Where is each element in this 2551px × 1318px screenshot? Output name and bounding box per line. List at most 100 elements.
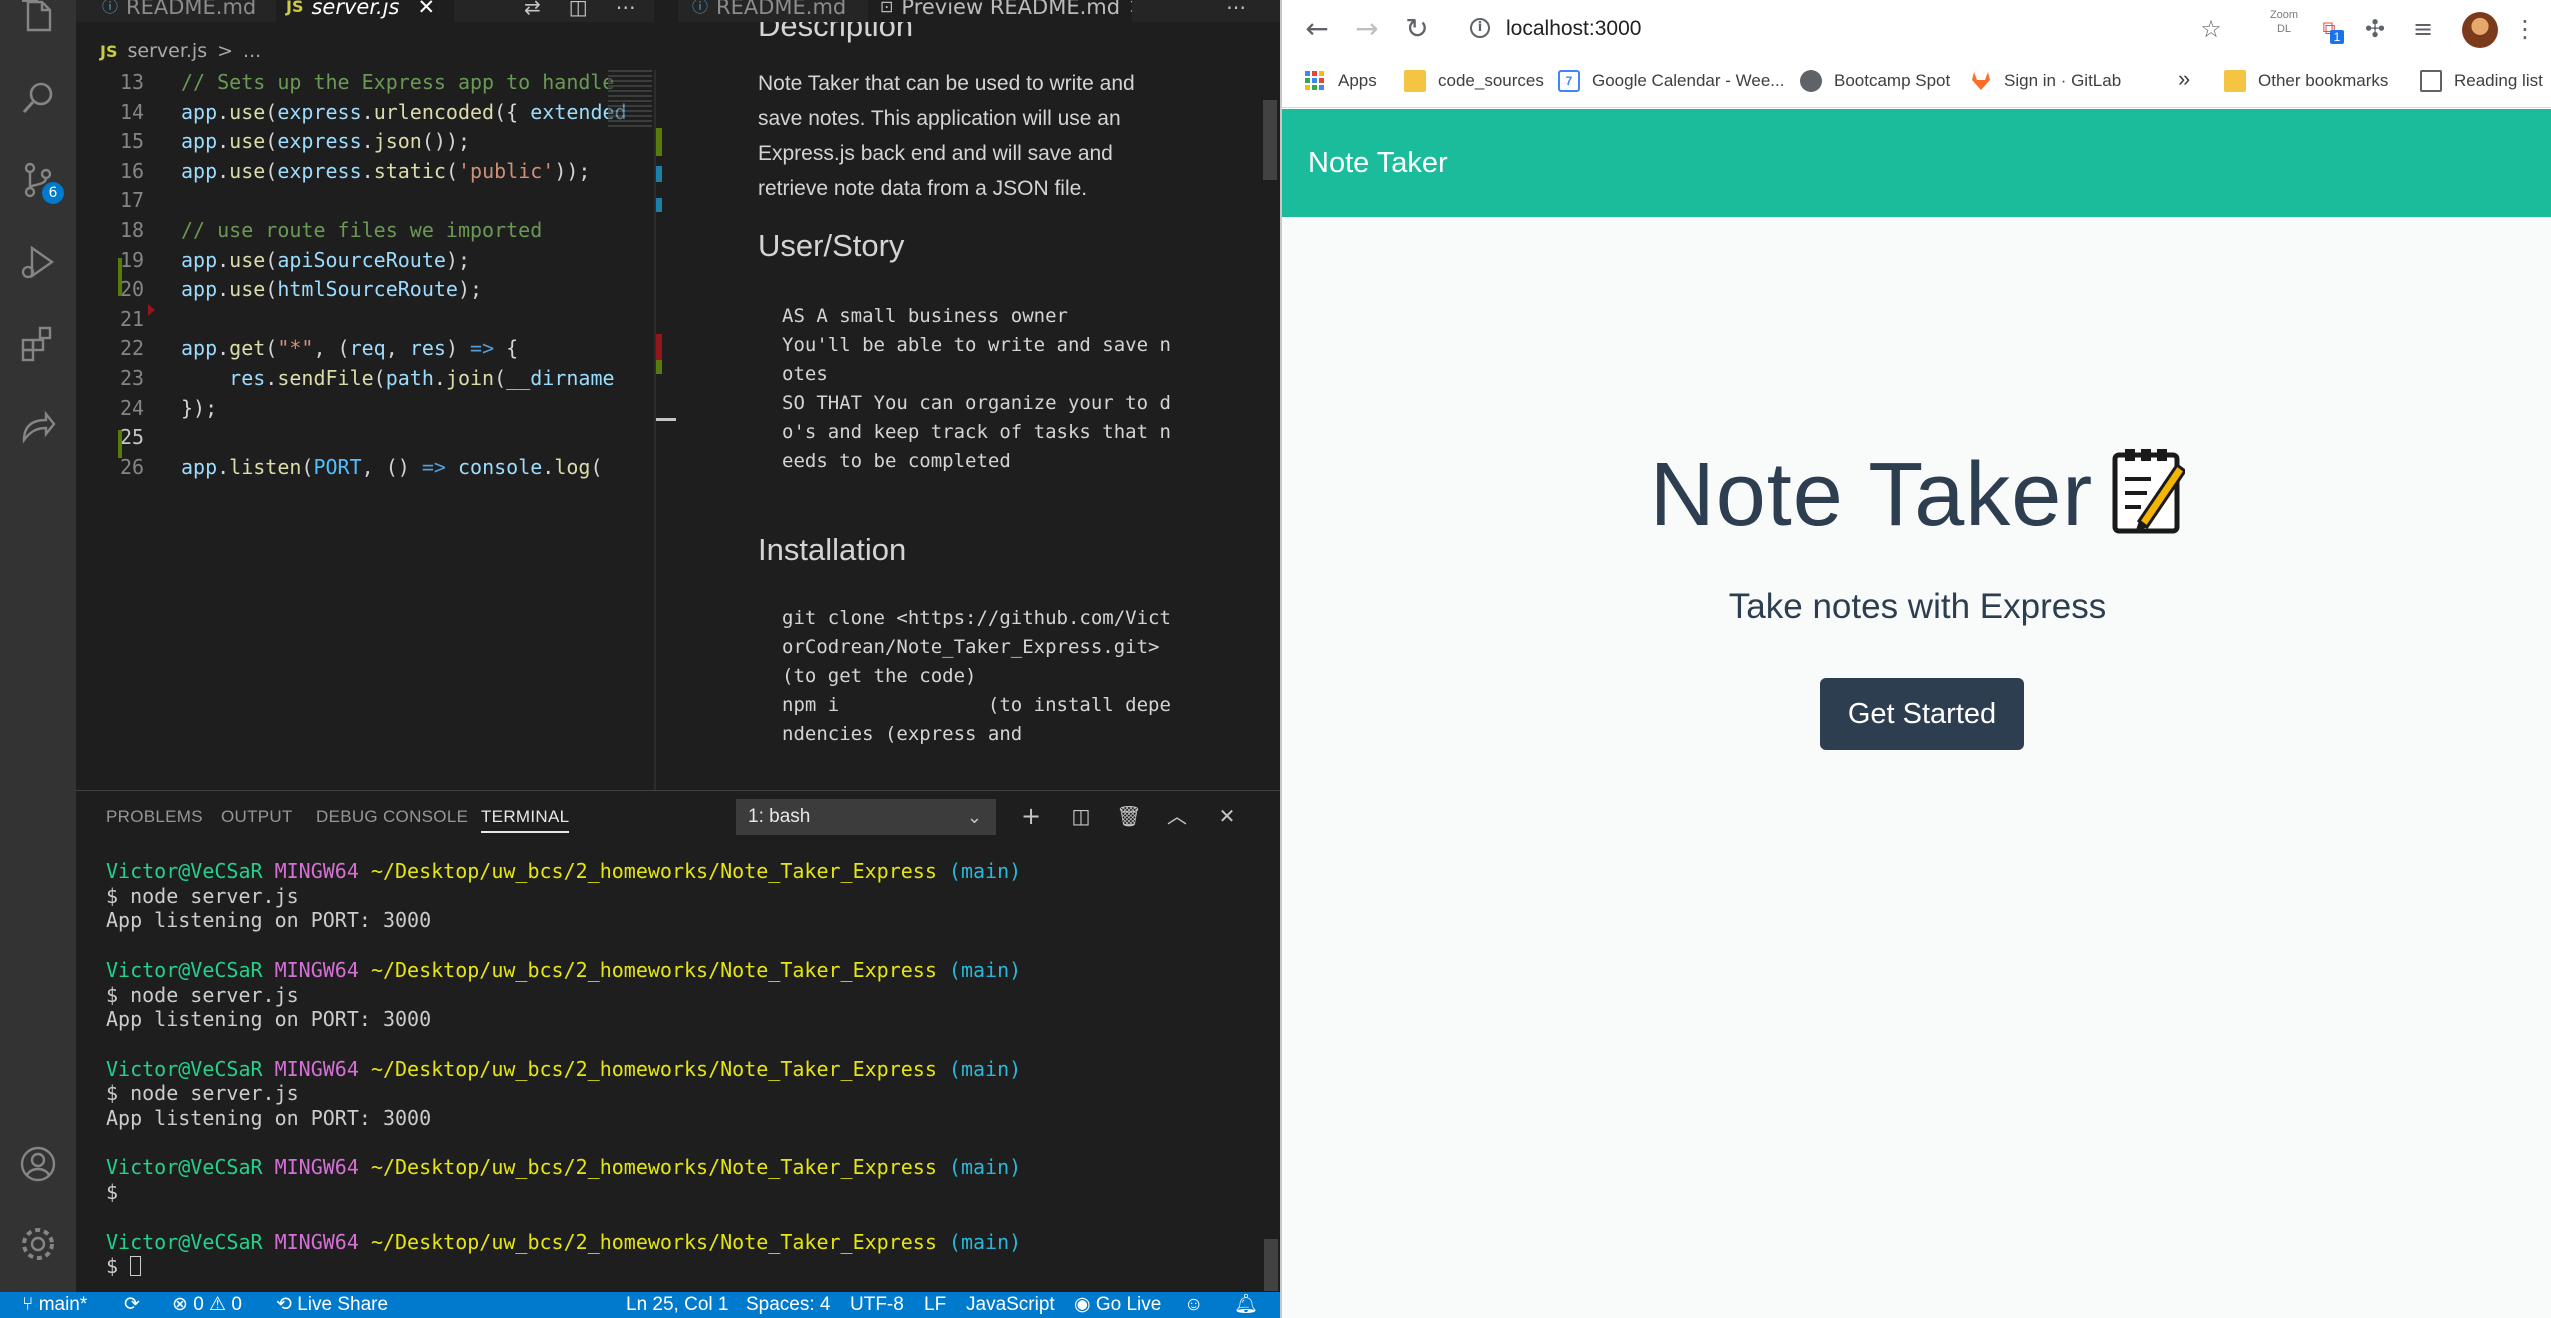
breadcrumb-file[interactable]: server.js xyxy=(127,40,207,62)
bookmark-bootcamp-spot[interactable]: Bootcamp Spot xyxy=(1800,70,1950,92)
code-line[interactable]: app.use(express.static('public')); xyxy=(181,159,676,183)
code-line[interactable]: app.listen(PORT, () => console.log( xyxy=(181,455,676,479)
bookmark-label: code_sources xyxy=(1438,71,1544,90)
editor-tabs-left: ⓘ README.md JS server.js ✕ ⇄ ◫ ⋯ xyxy=(76,0,654,22)
line-number: 19 xyxy=(120,247,145,272)
live-share-button[interactable]: ⟲ Live Share xyxy=(276,1294,388,1316)
close-icon[interactable]: ✕ xyxy=(417,0,435,18)
bookmark-star-icon[interactable]: ☆ xyxy=(2194,12,2228,46)
terminal-output[interactable]: Victor@VeCSaR MINGW64 ~/Desktop/uw_bcs/2… xyxy=(106,859,1021,1279)
line-number: 15 xyxy=(120,129,145,154)
bookmarks-overflow-icon[interactable]: » xyxy=(2178,66,2190,92)
bookmark-other-bookmarks[interactable]: Other bookmarks xyxy=(2224,70,2388,92)
site-navbar: Note Taker xyxy=(1282,109,2551,217)
markdown-preview[interactable]: Description Note Taker that can be used … xyxy=(678,22,1280,788)
code-line[interactable]: app.get("*", (req, res) => { xyxy=(181,336,676,360)
bookmark-apps[interactable]: Apps xyxy=(1304,70,1377,92)
accounts-icon[interactable] xyxy=(0,1126,76,1202)
code-line[interactable]: app.use(htmlSourceRoute); xyxy=(181,277,676,301)
new-terminal-icon[interactable]: + xyxy=(1016,801,1046,831)
trash-icon[interactable]: 🗑 xyxy=(1114,801,1144,831)
menu-kebab-icon[interactable]: ⋮ xyxy=(2508,12,2542,46)
zoom-extension-icon[interactable]: Zoom DL xyxy=(2264,8,2304,36)
terminal-scrollbar[interactable] xyxy=(1264,1239,1278,1291)
reload-icon[interactable]: ↻ xyxy=(1400,12,1434,46)
extension-badge: 1 xyxy=(2330,30,2344,44)
live-share-label: Live Share xyxy=(297,1294,389,1315)
extensions-puzzle-icon[interactable]: ✣ xyxy=(2358,12,2392,46)
page-subtitle: Take notes with Express xyxy=(1728,587,2107,626)
end-of-line[interactable]: LF xyxy=(924,1294,946,1316)
tab-problems[interactable]: PROBLEMS xyxy=(106,807,203,827)
more-actions-icon[interactable]: ⋯ xyxy=(1226,0,1246,17)
navbar-brand[interactable]: Note Taker xyxy=(1308,147,1448,180)
reading-list-label: Reading list xyxy=(2454,71,2543,90)
bookmark-code-sources[interactable]: code_sources xyxy=(1404,70,1544,92)
split-editor-icon[interactable]: ◫ xyxy=(569,0,588,17)
maximize-panel-icon[interactable]: ︿ xyxy=(1162,801,1192,831)
memo-emoji-icon xyxy=(2111,445,2188,535)
code-line[interactable]: res.sendFile(path.join(__dirname xyxy=(181,366,676,390)
indentation[interactable]: Spaces: 4 xyxy=(746,1294,831,1316)
encoding[interactable]: UTF-8 xyxy=(850,1294,904,1316)
explorer-icon[interactable] xyxy=(0,0,76,54)
extensions-icon[interactable] xyxy=(0,306,76,382)
back-arrow-icon[interactable]: ← xyxy=(1300,12,1334,46)
preview-scrollbar[interactable] xyxy=(1263,100,1277,180)
language-mode[interactable]: JavaScript xyxy=(966,1294,1055,1316)
code-line[interactable]: // Sets up the Express app to handle xyxy=(181,70,676,94)
tab-terminal[interactable]: TERMINAL xyxy=(481,807,570,833)
media-control-icon[interactable]: ≡ xyxy=(2406,12,2440,46)
bookmark-gitlab[interactable]: Sign in · GitLab xyxy=(1970,70,2121,92)
bookmark-google-calendar[interactable]: 7 Google Calendar - Wee... xyxy=(1558,70,1784,92)
reading-list-button[interactable]: Reading list xyxy=(2420,70,2543,92)
tab-label: Preview README.md xyxy=(901,0,1121,19)
tab-output[interactable]: OUTPUT xyxy=(221,807,293,827)
overview-ruler-error xyxy=(656,334,662,360)
tab-debug-console[interactable]: DEBUG CONSOLE xyxy=(316,807,468,827)
problems-indicator[interactable]: ⊗ 0 ⚠ 0 xyxy=(172,1294,242,1316)
search-icon[interactable] xyxy=(0,60,76,136)
sync-icon[interactable]: ⟳ xyxy=(124,1294,140,1316)
live-share-icon[interactable] xyxy=(0,388,76,464)
get-started-button[interactable]: Get Started xyxy=(1820,678,2024,750)
source-control-icon[interactable]: 6 xyxy=(0,142,76,218)
open-changes-icon[interactable]: ⇄ xyxy=(524,0,541,17)
overview-ruler-cursor xyxy=(656,418,676,421)
code-editor[interactable]: 13// Sets up the Express app to handle 14… xyxy=(76,70,654,790)
git-added-marker xyxy=(118,430,122,458)
code-line[interactable]: app.use(apiSourceRoute); xyxy=(181,248,676,272)
tab-readme[interactable]: ⓘ README.md xyxy=(98,0,268,22)
settings-gear-icon[interactable] xyxy=(0,1206,76,1282)
forward-arrow-icon[interactable]: → xyxy=(1350,12,1384,46)
terminal-select[interactable]: 1: bash ⌄ xyxy=(736,799,996,835)
extension-flow-icon[interactable]: ⧉ 1 xyxy=(2312,12,2346,46)
page-title: Note Taker xyxy=(1282,444,2551,547)
tab-readme-2[interactable]: ⓘ README.md xyxy=(686,0,856,22)
javascript-icon: JS xyxy=(286,0,304,16)
breadcrumb-symbol[interactable]: ... xyxy=(243,40,261,62)
tab-preview-readme[interactable]: ⊡ Preview README.md ✕ xyxy=(868,0,1132,22)
go-live-button[interactable]: ◉ Go Live xyxy=(1074,1294,1161,1316)
code-line[interactable]: app.use(express.urlencoded({ extended xyxy=(181,100,676,124)
close-icon[interactable]: ✕ xyxy=(1128,0,1132,18)
user-story-block: AS A small business owner You'll be able… xyxy=(782,305,1171,472)
more-actions-icon[interactable]: ⋯ xyxy=(616,0,636,17)
branch-indicator[interactable]: ⑂ main* xyxy=(22,1294,87,1316)
tab-server-js[interactable]: JS server.js ✕ xyxy=(276,0,454,22)
go-live-label: Go Live xyxy=(1095,1294,1162,1315)
cursor-position[interactable]: Ln 25, Col 1 xyxy=(626,1294,728,1316)
notifications-bell-icon[interactable]: 🔔︎ xyxy=(1234,1294,1258,1316)
activity-bar: 6 xyxy=(0,0,76,1292)
split-terminal-icon[interactable]: ◫ xyxy=(1066,801,1096,831)
profile-avatar[interactable] xyxy=(2462,12,2498,48)
minimap[interactable] xyxy=(608,70,652,130)
close-panel-icon[interactable]: ✕ xyxy=(1212,801,1242,831)
address-bar[interactable]: i localhost:3000 xyxy=(1458,8,2058,50)
feedback-icon[interactable]: ☺ xyxy=(1184,1294,1203,1316)
code-line[interactable]: app.use(express.json()); xyxy=(181,129,676,153)
run-debug-icon[interactable] xyxy=(0,224,76,300)
code-line[interactable]: }); xyxy=(181,396,676,420)
site-info-icon[interactable]: i xyxy=(1470,18,1490,38)
code-line[interactable]: // use route files we imported xyxy=(181,218,676,242)
